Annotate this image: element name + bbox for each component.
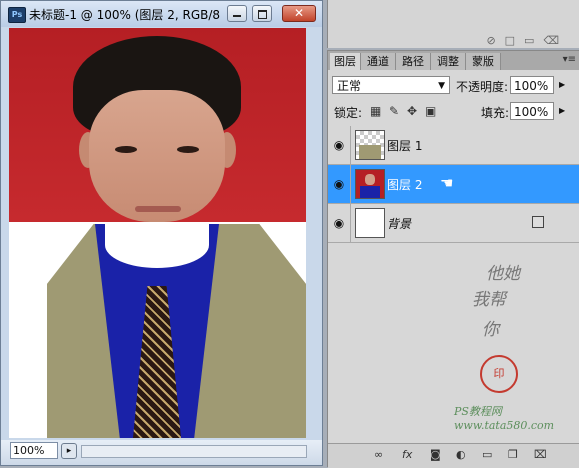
mask-icon[interactable]: ◙ <box>430 448 441 461</box>
trash-icon[interactable]: ⌧ <box>534 448 547 461</box>
seal-stamp: 印 <box>480 355 518 393</box>
hand-cursor-icon: ☚ <box>440 174 454 192</box>
opacity-label: 不透明度: <box>456 80 509 94</box>
fill-label: 填充: <box>481 106 510 120</box>
tab-paths[interactable]: 路径 <box>396 53 431 70</box>
eye-icon[interactable]: ◉ <box>328 165 351 203</box>
chevron-down-icon: ▼ <box>438 81 445 91</box>
upper-panel-dock: ⊘□▭⌫ <box>327 0 579 48</box>
status-menu-icon[interactable]: ▸ <box>61 443 77 459</box>
eye-icon[interactable]: ◉ <box>328 204 351 242</box>
adjustment-icon[interactable]: ◐ <box>456 448 466 461</box>
layer-thumbnail <box>355 208 385 238</box>
left-eye <box>115 146 137 153</box>
watermark-line: 我帮 <box>472 290 506 310</box>
layer-name: 图层 1 <box>387 139 423 153</box>
panel-menu-icon[interactable]: ▾≡ <box>563 54 576 65</box>
panel-tabs: 图层 通道 路径 调整 蒙版 ▾≡ <box>328 51 579 70</box>
lock-label: 锁定: <box>334 106 363 120</box>
opacity-field[interactable]: 100% <box>510 76 554 94</box>
layer-thumbnail <box>355 169 385 199</box>
document-statusbar: 100% ▸ <box>1 440 322 465</box>
upper-panel-icons[interactable]: ⊘□▭⌫ <box>486 34 568 47</box>
mouth <box>135 206 181 212</box>
layer-name: 背景 <box>387 217 412 231</box>
layers-panel: 图层 通道 路径 调整 蒙版 ▾≡ 正常 ▼ 不透明度: 100% ▶ 锁定: … <box>327 50 579 468</box>
close-button[interactable]: ✕ <box>282 5 316 22</box>
folder-icon[interactable]: ▭ <box>482 448 492 461</box>
right-eye <box>177 146 199 153</box>
link-icon[interactable]: ∞ <box>374 448 383 461</box>
watermark-line: 你 <box>482 320 499 340</box>
opacity-slider-arrow-icon[interactable]: ▶ <box>559 80 565 89</box>
blend-mode-value: 正常 <box>337 79 362 93</box>
lock-move-icon[interactable]: ✥ <box>407 104 417 118</box>
layers-list: ◉ 图层 1 ◉ 图层 2 ☚ ◉ 背景 <box>328 126 579 244</box>
tab-layers[interactable]: 图层 <box>330 53 361 70</box>
minimize-button[interactable] <box>227 5 247 22</box>
tab-channels[interactable]: 通道 <box>361 53 396 70</box>
face <box>89 90 225 222</box>
layer-thumbnail <box>355 130 385 160</box>
watermark-site: PS教程网 <box>454 405 502 418</box>
layers-bottom-toolbar: ∞ fx ◙ ◐ ▭ ❐ ⌧ <box>328 443 579 468</box>
fx-icon[interactable]: fx <box>402 448 412 461</box>
fill-field[interactable]: 100% <box>510 102 554 120</box>
document-window: Ps 未标题-1 @ 100% (图层 2, RGB/8... ✕ 100% ▸ <box>0 0 323 466</box>
layer-row-background[interactable]: ◉ 背景 <box>328 204 579 243</box>
lock-icon <box>532 216 544 228</box>
layer-name: 图层 2 <box>387 178 423 192</box>
watermark-url: www.tata580.com <box>454 419 555 432</box>
blend-mode-select[interactable]: 正常 ▼ <box>332 76 450 94</box>
document-title: 未标题-1 @ 100% (图层 2, RGB/8... <box>29 8 221 22</box>
watermark: 他她 我帮 你 印 PS教程网 www.tata580.com <box>454 251 578 432</box>
tab-adjustments[interactable]: 调整 <box>431 53 466 70</box>
lock-all-icon[interactable]: ▣ <box>425 104 436 118</box>
layer-row-1[interactable]: ◉ 图层 1 <box>328 126 579 165</box>
layer-row-2[interactable]: ◉ 图层 2 ☚ <box>328 165 579 204</box>
horizontal-scrollbar[interactable] <box>81 445 307 458</box>
lock-transparency-icon[interactable]: ▦ <box>370 104 381 118</box>
new-layer-icon[interactable]: ❐ <box>508 448 518 461</box>
eye-icon[interactable]: ◉ <box>328 126 351 164</box>
lock-brush-icon[interactable]: ✎ <box>389 104 399 118</box>
tab-masks[interactable]: 蒙版 <box>466 53 501 70</box>
image-canvas[interactable] <box>9 28 306 438</box>
document-titlebar[interactable]: Ps 未标题-1 @ 100% (图层 2, RGB/8... ✕ <box>1 1 322 27</box>
photoshop-app-icon: Ps <box>8 7 26 23</box>
neck-cutout <box>105 222 209 268</box>
maximize-button[interactable] <box>252 5 272 22</box>
fill-slider-arrow-icon[interactable]: ▶ <box>559 106 565 115</box>
watermark-line: 他她 <box>486 264 520 284</box>
zoom-field[interactable]: 100% <box>10 442 58 459</box>
